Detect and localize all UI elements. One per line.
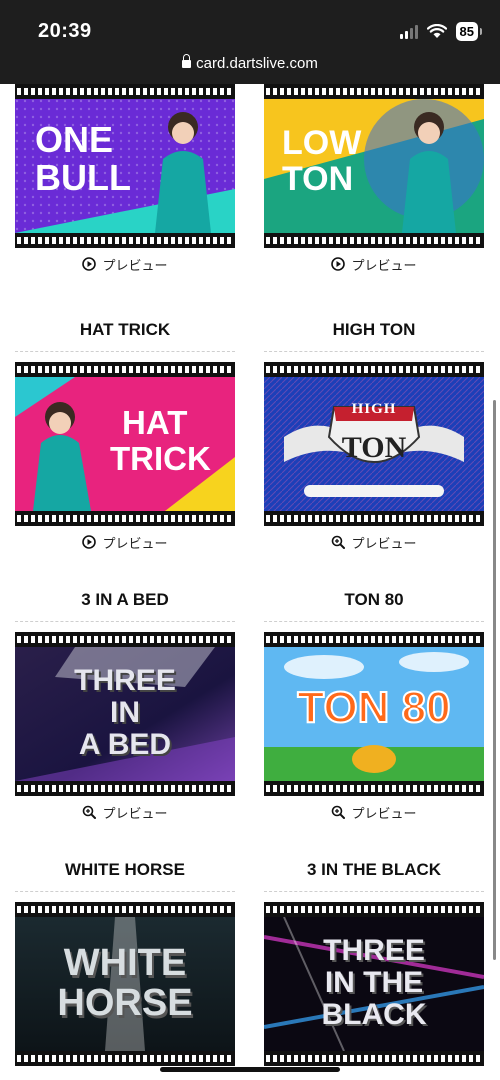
preview-label: プレビュー (351, 535, 417, 551)
browser-top-bar: 20:39 85 card.dartslive.com (0, 0, 500, 84)
card-3-in-a-bed: 3 IN A BED THREE IN A BED プレビュー (15, 586, 235, 828)
film-frame[interactable]: HIGH TON (264, 362, 484, 526)
lock-icon (182, 54, 192, 68)
card-title: WHITE HORSE (15, 856, 235, 892)
thumbnail: HIGH TON (264, 377, 484, 511)
thumbnail: WHITE HORSE (15, 917, 235, 1051)
thumb-text: THREE (323, 934, 425, 967)
thumbnail: LOW TON (264, 99, 484, 233)
card-title: HAT TRICK (15, 316, 235, 352)
preview-label: プレビュー (102, 805, 168, 821)
card-white-horse: WHITE HORSE WHITE HORSE (15, 856, 235, 1066)
card-title: 3 IN A BED (15, 586, 235, 622)
thumbnail: HAT TRICK (15, 377, 235, 511)
preview-label: プレビュー (351, 805, 417, 821)
thumb-text: HORSE (57, 982, 193, 1024)
preview-link[interactable]: プレビュー (15, 526, 235, 558)
scrollbar[interactable] (493, 400, 496, 960)
thumb-text: IN THE (324, 966, 424, 999)
battery-indicator: 85 (455, 22, 483, 41)
thumb-text: TON (282, 160, 354, 198)
thumbnail: THREE IN A BED (15, 647, 235, 781)
thumbnail: ONE BULL (15, 99, 235, 233)
thumb-text: BLACK (321, 998, 427, 1031)
card-ton-80: TON 80 TON 80 プレビュー (264, 586, 484, 828)
play-circle-icon (331, 257, 346, 271)
preview-link[interactable]: プレビュー (15, 248, 235, 280)
preview-label: プレビュー (351, 257, 417, 273)
thumb-text: THREE (74, 664, 176, 697)
url-text: card.dartslive.com (196, 55, 318, 72)
thumb-text: TON (341, 431, 407, 464)
preview-link[interactable]: プレビュー (264, 248, 484, 280)
card-title: TON 80 (264, 586, 484, 622)
play-circle-icon (82, 257, 97, 271)
url-bar[interactable]: card.dartslive.com (0, 54, 500, 72)
film-frame[interactable]: HAT TRICK (15, 362, 235, 526)
thumb-text: IN (110, 696, 140, 729)
thumb-text: HIGH (351, 401, 397, 417)
thumb-text: A BED (78, 728, 172, 761)
card-3-in-the-black: 3 IN THE BLACK THREE IN THE BLACK (264, 856, 484, 1066)
film-frame[interactable]: ONE BULL (15, 84, 235, 248)
film-frame[interactable]: THREE IN A BED (15, 632, 235, 796)
thumb-text: TON 80 (296, 682, 451, 733)
cellular-signal-icon (399, 24, 418, 39)
home-indicator[interactable] (160, 1067, 340, 1072)
preview-label: プレビュー (102, 535, 168, 551)
status-icons: 85 (399, 22, 483, 41)
preview-label: プレビュー (102, 257, 168, 273)
thumb-text: LOW (282, 124, 362, 162)
film-frame[interactable]: LOW TON (264, 84, 484, 248)
card-grid: ONE BULL プレビュー LOW TON プレビュー HAT TRICK H… (0, 84, 500, 1080)
thumb-text: ONE (35, 119, 114, 160)
thumbnail: TON 80 (264, 647, 484, 781)
film-frame[interactable]: TON 80 (264, 632, 484, 796)
film-frame[interactable]: WHITE HORSE (15, 902, 235, 1066)
status-time: 20:39 (38, 20, 92, 42)
preview-link[interactable]: プレビュー (264, 796, 484, 828)
zoom-icon (332, 805, 346, 819)
thumb-text: HAT (122, 404, 188, 441)
wifi-icon (426, 24, 447, 38)
card-high-ton: HIGH TON HIGH TON プレビュー (264, 316, 484, 558)
thumb-text: BULL (35, 157, 131, 198)
play-circle-icon (82, 535, 97, 549)
card-title: HIGH TON (264, 316, 484, 352)
thumbnail: THREE IN THE BLACK (264, 917, 484, 1051)
zoom-icon (332, 535, 346, 549)
card-one-bull: ONE BULL プレビュー (15, 84, 235, 280)
thumb-text: TRICK (110, 440, 211, 477)
zoom-icon (83, 805, 97, 819)
card-hat-trick: HAT TRICK HAT TRICK プレビュー (15, 316, 235, 558)
card-title: 3 IN THE BLACK (264, 856, 484, 892)
preview-link[interactable]: プレビュー (15, 796, 235, 828)
card-low-ton: LOW TON プレビュー (264, 84, 484, 280)
thumb-text: WHITE (63, 942, 187, 984)
film-frame[interactable]: THREE IN THE BLACK (264, 902, 484, 1066)
preview-link[interactable]: プレビュー (264, 526, 484, 558)
